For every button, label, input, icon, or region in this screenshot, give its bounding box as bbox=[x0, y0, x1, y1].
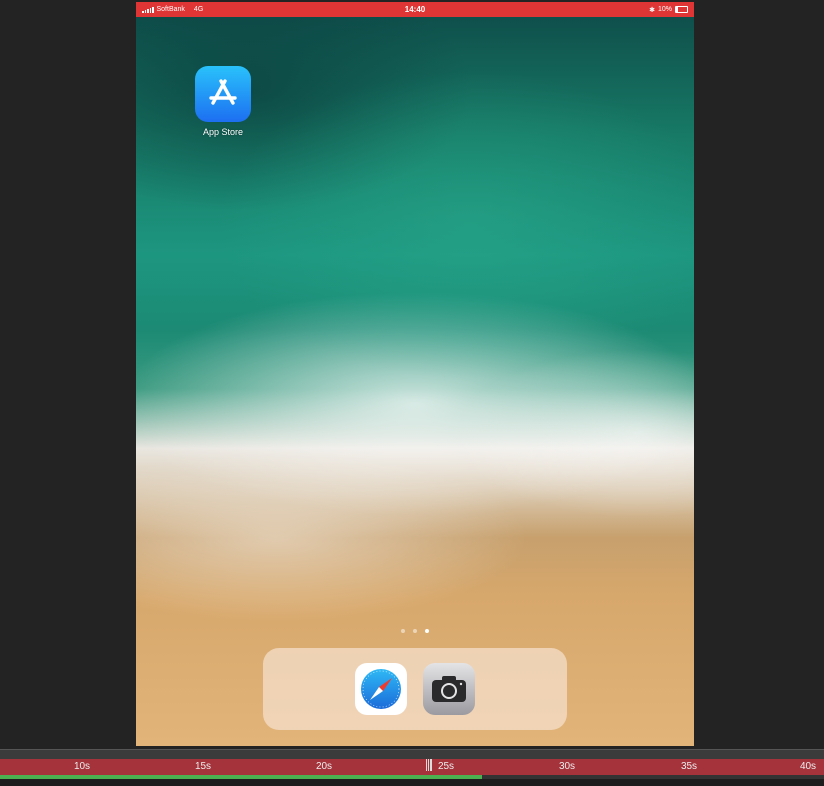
network-label: 4G bbox=[193, 6, 204, 13]
tick-label: 10s bbox=[73, 761, 91, 772]
page-indicator[interactable] bbox=[136, 629, 694, 633]
video-timeline[interactable]: 10s 15s 20s 25s 30s 35s 40s bbox=[0, 749, 824, 786]
tick-label: 15s bbox=[194, 761, 212, 772]
dock bbox=[263, 648, 567, 730]
safari-compass-icon bbox=[361, 669, 401, 709]
app-store-icon[interactable] bbox=[195, 66, 251, 122]
app-store-label: App Store bbox=[202, 127, 244, 137]
battery-icon bbox=[675, 6, 688, 13]
tick-label: 25s bbox=[437, 761, 455, 772]
timeline-footer bbox=[0, 779, 824, 786]
page-dot[interactable] bbox=[401, 629, 405, 633]
tick-label: 30s bbox=[558, 761, 576, 772]
playhead-handle[interactable] bbox=[426, 759, 432, 773]
signal-bars-icon bbox=[142, 6, 154, 13]
bluetooth-icon: ✱ bbox=[649, 6, 655, 14]
page-dot-active[interactable] bbox=[425, 629, 429, 633]
camera-icon bbox=[432, 676, 466, 702]
carrier-label: SoftBank bbox=[156, 6, 185, 13]
tick-label: 35s bbox=[680, 761, 698, 772]
safari-app[interactable] bbox=[355, 663, 407, 715]
battery-percent: 10% bbox=[657, 6, 672, 13]
tick-label: 20s bbox=[315, 761, 333, 772]
timeline-ruler[interactable]: 10s 15s 20s 25s 30s 35s 40s bbox=[0, 759, 824, 775]
camera-app[interactable] bbox=[423, 663, 475, 715]
page-dot[interactable] bbox=[413, 629, 417, 633]
clock: 14:40 bbox=[404, 5, 426, 14]
tick-label: 40s bbox=[799, 761, 817, 772]
app-store-app[interactable]: App Store bbox=[194, 66, 252, 137]
ipad-screen: SoftBank 4G 14:40 ✱ 10% App Store bbox=[136, 2, 694, 746]
status-bar: SoftBank 4G 14:40 ✱ 10% bbox=[136, 2, 694, 17]
